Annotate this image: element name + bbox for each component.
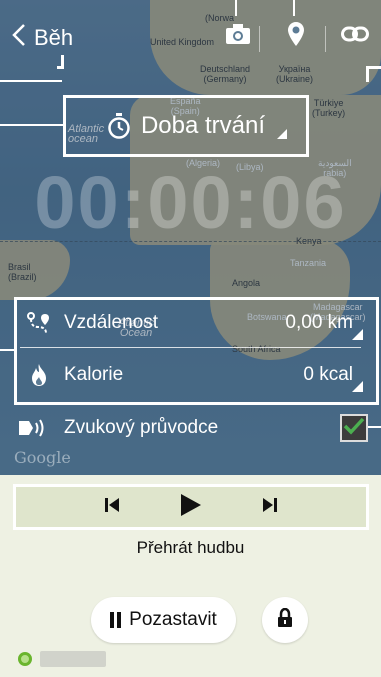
distance-row[interactable]: Vzdálenost 0,00 km <box>14 299 367 346</box>
callout-line <box>293 0 295 16</box>
distance-label: Vzdálenost <box>64 311 159 333</box>
back-label: Běh <box>34 25 74 50</box>
speaker-icon <box>0 417 64 439</box>
link-button[interactable] <box>335 18 375 54</box>
voice-guide-checkbox[interactable] <box>340 414 368 442</box>
voice-guide-label: Zvukový průvodce <box>64 417 219 438</box>
dropdown-corner-icon <box>352 329 363 340</box>
distance-value: 0,00 km <box>285 311 353 333</box>
route-icon <box>14 311 64 335</box>
camera-button[interactable] <box>218 18 258 54</box>
callout-line <box>0 124 64 126</box>
timer-display: 00:00:06 <box>34 161 347 244</box>
gps-status-text <box>40 651 106 667</box>
divider <box>259 26 260 52</box>
back-button[interactable]: Běh <box>12 20 73 56</box>
callout-line <box>57 55 64 69</box>
flame-icon <box>14 363 64 387</box>
pause-label: Pozastavit <box>129 609 217 630</box>
lock-button[interactable] <box>262 597 308 643</box>
calories-value: 0 kcal <box>303 363 353 385</box>
divider <box>20 347 361 348</box>
gps-icon <box>18 652 32 666</box>
calories-row[interactable]: Kalorie 0 kcal <box>14 351 367 398</box>
voice-guide-row[interactable]: Zvukový průvodce <box>0 405 381 451</box>
camera-icon <box>225 23 251 50</box>
chevron-left-icon <box>12 23 26 54</box>
dropdown-corner-icon <box>352 381 363 392</box>
stats-panel: Vzdálenost 0,00 km Kalorie 0 kcal <box>14 297 379 403</box>
lock-icon <box>277 607 293 633</box>
callout-line <box>0 80 62 82</box>
dropdown-corner-icon <box>277 129 287 139</box>
pause-icon <box>110 612 122 628</box>
check-icon <box>343 417 365 440</box>
callout-line <box>235 0 237 16</box>
play-music-label[interactable]: Přehrát hudbu <box>0 538 381 558</box>
stopwatch-icon <box>107 113 131 139</box>
gps-status <box>18 651 106 667</box>
link-icon <box>341 26 369 47</box>
map-pin-icon <box>287 21 305 52</box>
divider <box>325 26 326 52</box>
duration-label: Doba trvání <box>140 112 266 139</box>
music-controls-highlight <box>13 484 369 530</box>
callout-line <box>366 66 381 82</box>
google-logo: Google <box>14 448 71 467</box>
calories-label: Kalorie <box>64 363 124 385</box>
pause-button[interactable]: Pozastavit <box>91 597 236 643</box>
duration-selector[interactable]: Doba trvání <box>63 95 309 157</box>
location-button[interactable] <box>276 18 316 54</box>
